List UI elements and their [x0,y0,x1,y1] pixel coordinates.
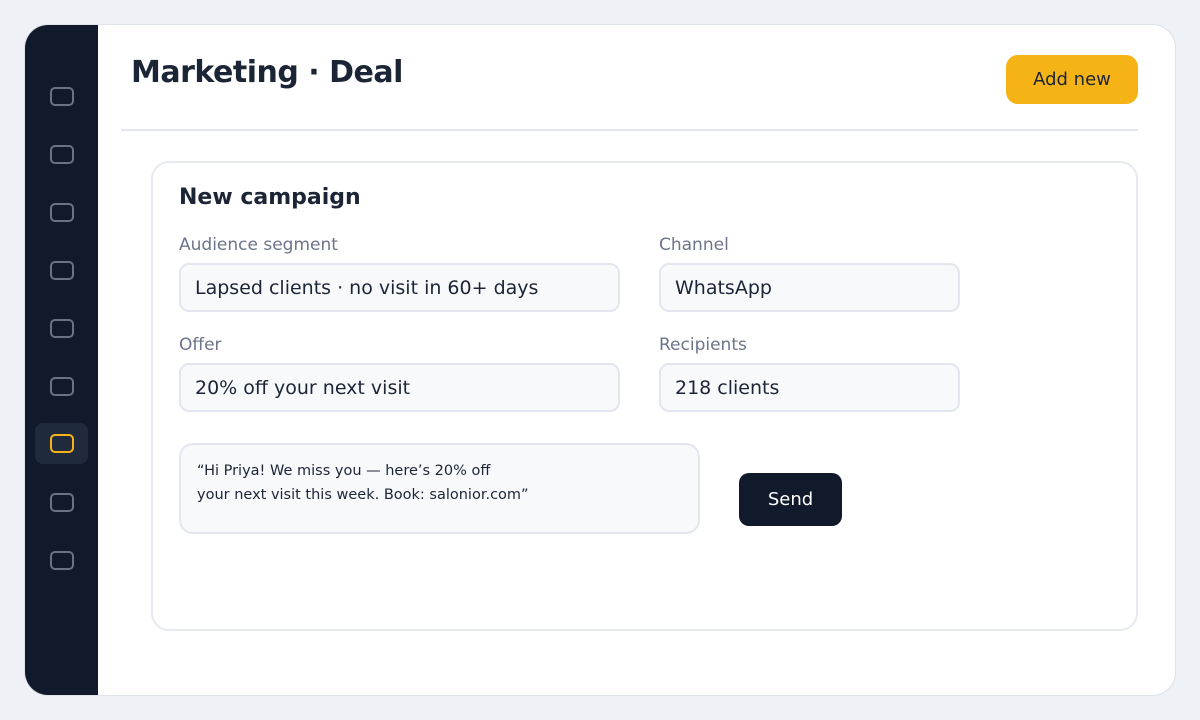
nav-icon [49,203,74,222]
add-new-button[interactable]: Add new [1006,55,1138,104]
sidebar-item-9[interactable] [35,540,88,581]
sidebar-item-1[interactable] [35,76,88,117]
nav-icon [49,319,74,338]
nav-icon [49,434,74,453]
message-line-2: your next visit this week. Book: salonio… [197,487,529,503]
nav-icon [49,377,74,396]
nav-icon [49,261,74,280]
channel-label: Channel [659,235,729,255]
recipients-label: Recipients [659,335,747,355]
audience-label: Audience segment [179,235,338,255]
sidebar-item-4[interactable] [35,250,88,291]
message-line-1: “Hi Priya! We miss you — here’s 20% off [197,463,491,479]
nav-icon [49,493,74,512]
campaign-card: New campaign Audience segment Lapsed cli… [151,161,1138,631]
recipients-field[interactable]: 218 clients [659,363,960,412]
offer-label: Offer [179,335,222,355]
sidebar-item-6[interactable] [35,366,88,407]
nav-icon [49,145,74,164]
card-title: New campaign [179,185,361,210]
page-title: Marketing · Deal [131,55,403,90]
app-window: Marketing · Deal Add new New campaign Au… [24,24,1176,696]
offer-field[interactable]: 20% off your next visit [179,363,620,412]
sidebar-item-2[interactable] [35,134,88,175]
channel-field[interactable]: WhatsApp [659,263,960,312]
sidebar-item-5[interactable] [35,308,88,349]
header-divider [121,129,1138,131]
sidebar-item-marketing[interactable] [35,423,88,464]
nav-icon [49,551,74,570]
audience-segment-field[interactable]: Lapsed clients · no visit in 60+ days [179,263,620,312]
sidebar-item-8[interactable] [35,482,88,523]
message-preview[interactable]: “Hi Priya! We miss you — here’s 20% off … [179,443,700,534]
nav-icon [49,87,74,106]
sidebar-item-3[interactable] [35,192,88,233]
send-button[interactable]: Send [739,473,842,526]
sidebar [25,25,98,695]
